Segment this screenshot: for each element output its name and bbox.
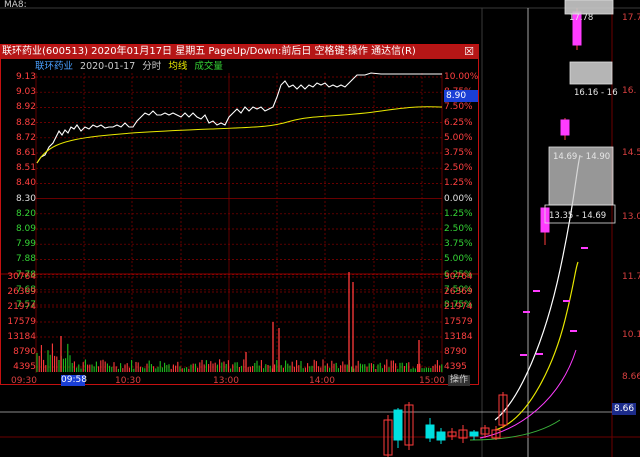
percent-tick-right: 1.25% bbox=[444, 208, 473, 219]
bg-price-box-label: 16.16 - 16 bbox=[574, 88, 618, 98]
volume-tick-left: 8790 bbox=[13, 347, 36, 357]
price-tick-left: 8.30 bbox=[15, 193, 36, 204]
bg-price-box bbox=[569, 61, 613, 85]
bg-candle bbox=[425, 424, 435, 439]
percent-tick-right: 7.50% bbox=[444, 102, 473, 113]
time-tick: 14:00 bbox=[309, 376, 335, 386]
bg-marker-dash bbox=[570, 330, 577, 332]
bg-price-box-label: 14.69 - 14.90 bbox=[553, 152, 610, 162]
time-tick: 10:30 bbox=[115, 376, 141, 386]
volume-tick-right: 8790 bbox=[444, 347, 467, 357]
volume-tick-left: 4395 bbox=[13, 362, 36, 372]
bg-candle bbox=[469, 431, 479, 437]
bg-marker-dash bbox=[523, 311, 530, 313]
bg-candle bbox=[436, 431, 446, 441]
price-tick-left: 8.20 bbox=[15, 208, 36, 219]
price-tick-left: 7.99 bbox=[15, 239, 36, 250]
price-tick-left: 8.82 bbox=[15, 117, 36, 128]
bg-price-box-label: 13.35 - 14.69 bbox=[549, 211, 606, 221]
price-tick-left: 8.92 bbox=[15, 102, 36, 113]
avg-price-line bbox=[36, 106, 443, 164]
percent-tick-right: 2.50% bbox=[444, 163, 473, 174]
background-current-price-tag: 8.66 bbox=[612, 403, 637, 415]
percent-tick-right: 0.00% bbox=[444, 193, 473, 204]
price-tick-left: 9.03 bbox=[15, 87, 36, 98]
volume-tick-left: 26369 bbox=[7, 287, 36, 297]
volume-tick-right: 17579 bbox=[444, 317, 473, 327]
price-tick-left: 8.51 bbox=[15, 163, 36, 174]
percent-tick-right: 5.00% bbox=[444, 254, 473, 265]
bg-marker-dash bbox=[533, 290, 540, 292]
time-tick: 15:00 bbox=[419, 376, 445, 386]
volume-tick-left: 21974 bbox=[7, 302, 36, 312]
price-tick-left: 8.09 bbox=[15, 224, 36, 234]
price-tick-left: 8.40 bbox=[15, 178, 36, 189]
ma-label: MA8: bbox=[4, 0, 27, 10]
bg-candle bbox=[560, 119, 570, 136]
intraday-popup-window[interactable]: 联环药业(600513) 2020年01月17日 星期五 PageUp/Down… bbox=[0, 44, 479, 386]
bg-axis-tick: 11.7 bbox=[622, 272, 640, 282]
volume-tick-left: 13184 bbox=[7, 332, 36, 342]
price-tick-left: 8.72 bbox=[15, 132, 36, 143]
time-tick: 13:00 bbox=[213, 376, 239, 386]
price-tick-left: 7.88 bbox=[15, 254, 36, 265]
volume-tick-left: 17579 bbox=[7, 317, 36, 327]
ma-label-text: MA8: bbox=[4, 0, 27, 10]
percent-tick-right: 3.75% bbox=[444, 148, 473, 158]
bg-marker-dash bbox=[520, 354, 527, 356]
current-price-tag: 8.90 bbox=[444, 90, 478, 102]
price-tick-left: 8.61 bbox=[15, 148, 36, 158]
bg-marker-dash bbox=[581, 247, 588, 249]
intraday-chart[interactable] bbox=[1, 45, 478, 384]
volume-tick-right: 21974 bbox=[444, 302, 473, 312]
volume-tick-left: 30764 bbox=[7, 272, 36, 282]
price-tick-left: 9.13 bbox=[15, 72, 36, 82]
bg-candle bbox=[393, 409, 403, 441]
bg-axis-tick: 8.66 bbox=[622, 372, 640, 382]
bg-marker-dash bbox=[563, 300, 570, 302]
time-tick: 09:30 bbox=[11, 376, 37, 386]
bg-axis-tick: 17.7 bbox=[622, 13, 640, 23]
bg-axis-tick: 14.5 bbox=[622, 148, 640, 158]
bg-axis-tick: 16. bbox=[622, 86, 637, 96]
percent-tick-right: 10.00% bbox=[444, 72, 479, 82]
percent-tick-right: 5.00% bbox=[444, 132, 473, 143]
bg-price-box bbox=[564, 0, 614, 15]
volume-tick-right: 4395 bbox=[444, 362, 467, 372]
percent-tick-right: 2.50% bbox=[444, 224, 473, 234]
bg-axis-tick: 10.1 bbox=[622, 330, 640, 340]
percent-tick-right: 1.25% bbox=[444, 178, 473, 189]
bg-marker-dash bbox=[536, 353, 543, 355]
volume-tick-right: 13184 bbox=[444, 332, 473, 342]
time-cursor-label: 09:58 bbox=[61, 375, 87, 386]
bg-price-box-label: 17.78 bbox=[569, 13, 593, 23]
percent-tick-right: 3.75% bbox=[444, 239, 473, 250]
operation-button[interactable]: 操作 bbox=[448, 375, 471, 386]
price-line bbox=[36, 72, 442, 164]
volume-tick-right: 26369 bbox=[444, 287, 473, 297]
volume-tick-right: 30764 bbox=[444, 272, 473, 282]
bg-axis-tick: 13.0 bbox=[622, 212, 640, 222]
percent-tick-right: 6.25% bbox=[444, 117, 473, 128]
